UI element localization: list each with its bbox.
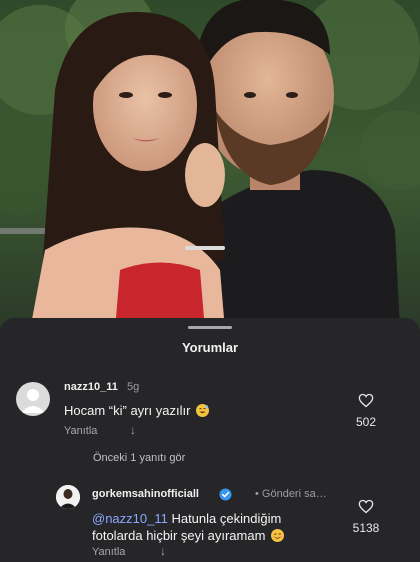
sheet-title: Yorumlar: [181, 340, 239, 355]
grinning-sweat-emoji: [196, 404, 210, 417]
comment-username[interactable]: nazz10_11: [64, 381, 118, 393]
verified-badge-icon: [219, 488, 232, 501]
reply-button[interactable]: Yanıtla: [64, 425, 97, 437]
photo-illustration: [0, 0, 420, 330]
like-count: 502: [355, 415, 377, 429]
heart-icon[interactable]: [358, 393, 374, 408]
comment-body-line1: Hatunla çekindiğim: [167, 511, 282, 526]
default-avatar-icon[interactable]: [16, 382, 50, 416]
post-author-label: • Gönderi sa…: [255, 488, 327, 500]
post-photo[interactable]: [0, 0, 420, 330]
heart-icon[interactable]: [358, 499, 374, 514]
comment-text-line2: fotolarda hiçbir şeyi ayıramam: [92, 527, 285, 544]
like-group: 5138: [346, 499, 386, 535]
app-frame: Yorumlar nazz10_11 5g Hocam “ki” ayrı ya…: [0, 0, 420, 562]
reply-button[interactable]: Yanıtla: [92, 546, 125, 558]
translate-arrow-icon[interactable]: ↓: [160, 544, 166, 558]
like-count: 5138: [352, 521, 380, 535]
drag-handle[interactable]: [188, 326, 232, 329]
comment-body: Hocam “ki” ayrı yazılır: [64, 403, 191, 418]
comment-text: Hocam “ki” ayrı yazılır: [64, 402, 210, 419]
translate-arrow-icon[interactable]: ↓: [130, 423, 136, 437]
comment-body-line2: fotolarda hiçbir şeyi ayıramam: [92, 528, 266, 543]
comment-username[interactable]: gorkemsahinofficiall: [92, 488, 199, 500]
smiling-blush-emoji: [271, 529, 285, 542]
mention-link[interactable]: @nazz10_11: [92, 511, 168, 526]
avatar[interactable]: [56, 485, 80, 509]
comment-text: @nazz10_11 Hatunla çekindiğim: [92, 510, 281, 527]
view-replies-link[interactable]: Önceki 1 yanıtı gör: [93, 452, 185, 464]
comment-time: 5g: [127, 381, 140, 393]
like-group: 502: [346, 393, 386, 429]
